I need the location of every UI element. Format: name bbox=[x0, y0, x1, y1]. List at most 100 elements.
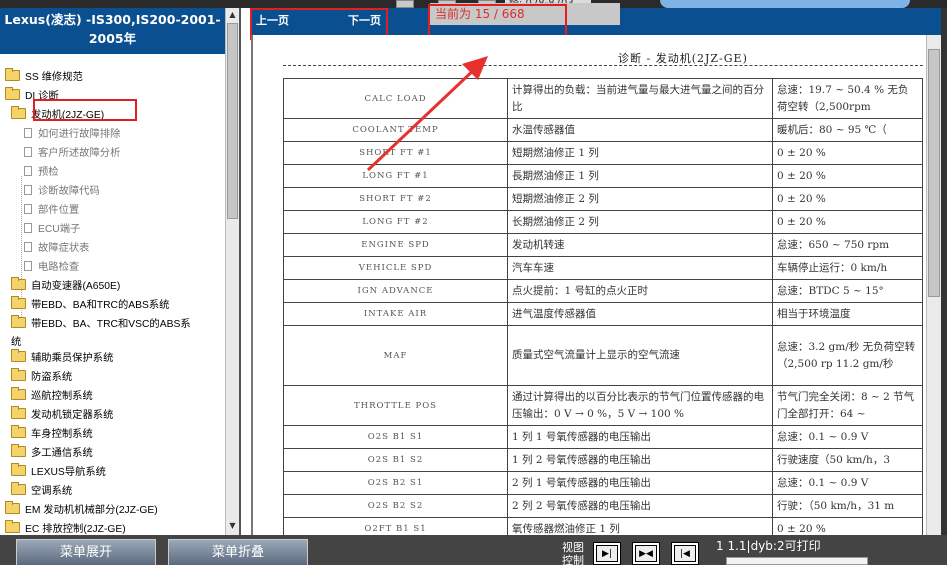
tree-item[interactable]: LEXUS导航系统 bbox=[11, 463, 106, 481]
document-scrollbar[interactable] bbox=[926, 35, 941, 535]
toolbar-icon[interactable] bbox=[396, 0, 414, 8]
table-cell-c2: 质量式空气流量计上显示的空气流速 bbox=[507, 325, 773, 386]
sidebar-title: Lexus(凌志) -IS300,IS200-2001-2005年 bbox=[0, 8, 225, 54]
folder-icon bbox=[11, 315, 26, 328]
menu-tree: SS 维修规范 DI 诊断 发动机(2JZ-GE) 如何进行故障排除 客户所述故障分析预… bbox=[0, 54, 225, 535]
table-cell-c3: 0 ± 20 % bbox=[772, 210, 923, 234]
table-cell-c3: 暖机后：80 ~ 95 ℃（ bbox=[772, 118, 923, 142]
document-icon bbox=[24, 204, 32, 214]
tree-item[interactable]: 部件位置 bbox=[24, 203, 79, 219]
table-cell-c3: 行驶：（50 km/h，31 m bbox=[772, 494, 923, 518]
table-cell-c2: 通过计算得出的以百分比表示的节气门位置传感器的电压输出：0 V → 0 %，5 … bbox=[507, 385, 773, 426]
table-row: INTAKE AIR 进气温度传感器值 相当于环境温度 bbox=[283, 302, 923, 326]
tree-item-label: 车身控制系统 bbox=[31, 429, 93, 440]
document-icon bbox=[24, 223, 32, 233]
tree-item[interactable]: 预检 bbox=[24, 165, 59, 181]
tree-item-label: 统 bbox=[11, 337, 22, 348]
highlight-box-engine-item bbox=[33, 99, 137, 121]
table-cell-c2: 长期燃油修正 2 列 bbox=[507, 210, 773, 234]
table-cell-c3: 节气门完全关闭：8 ~ 2 节气门全部打开：64 ~ bbox=[772, 385, 923, 426]
tree-item-label: 防盗系统 bbox=[31, 372, 73, 383]
table-cell-c1: INTAKE AIR bbox=[283, 302, 508, 326]
table-cell-c2: 短期燃油修正 1 列 bbox=[507, 141, 773, 165]
bottom-toolbar: 菜单展开 菜单折叠 视图控制 ▶| ▶◀ |◀ 1 1.1|dyb:2可打印 bbox=[0, 535, 947, 565]
view-prev-icon[interactable]: |◀ bbox=[671, 542, 699, 565]
table-row: IGN ADVANCE 点火提前：1 号缸的点火正时 怠速：BTDC 5 ~ 15° bbox=[283, 279, 923, 303]
table-cell-c3: 相当于环境温度 bbox=[772, 302, 923, 326]
collapse-menu-button[interactable]: 菜单折叠 bbox=[168, 539, 308, 565]
table-row: THROTTLE POS 通过计算得出的以百分比表示的节气门位置传感器的电压输出：… bbox=[283, 385, 923, 426]
header-divider bbox=[283, 65, 923, 66]
tree-item[interactable]: 防盗系统 bbox=[11, 368, 73, 386]
tree-item[interactable]: 巡航控制系统 bbox=[11, 387, 93, 405]
tree-item[interactable]: 如何进行故障排除 bbox=[24, 127, 120, 143]
folder-icon bbox=[5, 520, 20, 533]
tree-item[interactable]: 客户所述故障分析 bbox=[24, 146, 120, 162]
tree-item[interactable]: 自动变速器(A650E) bbox=[11, 277, 120, 295]
tree-item[interactable]: 多工通信系统 bbox=[11, 444, 93, 462]
folder-open-icon bbox=[11, 106, 26, 119]
tree-item[interactable]: 车身控制系统 bbox=[11, 425, 93, 443]
tree-item[interactable]: 带EBD、BA和TRC的ABS系统 bbox=[11, 296, 169, 314]
expand-menu-button[interactable]: 菜单展开 bbox=[16, 539, 156, 565]
table-row: CALC LOAD 计算得出的负载：当前进气量与最大进气量之间的百分比 怠速：19.… bbox=[283, 78, 923, 119]
tree-item-label: 空调系统 bbox=[31, 486, 73, 497]
tree-item-label: 诊断故障代码 bbox=[38, 186, 100, 197]
status-text: 1 1.1|dyb:2可打印 bbox=[716, 539, 821, 553]
tree-item[interactable]: SS 维修规范 bbox=[5, 68, 83, 86]
table-cell-c1: MAF bbox=[283, 325, 508, 386]
table-cell-c2: 長期燃油修正 1 列 bbox=[507, 164, 773, 188]
tree-item-label: 部件位置 bbox=[38, 205, 80, 216]
table-cell-c2: 1 列 2 号氧传感器的电压输出 bbox=[507, 448, 773, 472]
sidebar-scrollbar[interactable]: ▲ ▼ bbox=[225, 8, 239, 535]
folder-icon bbox=[11, 277, 26, 290]
table-cell-c3: 0 ± 20 % bbox=[772, 141, 923, 165]
tree-item[interactable]: 发动机锁定器系统 bbox=[11, 406, 113, 424]
table-cell-c2: 1 列 1 号氧传感器的电压输出 bbox=[507, 425, 773, 449]
table-cell-c1: O2S B1 S1 bbox=[283, 425, 508, 449]
document-icon bbox=[24, 185, 32, 195]
table-cell-c3: 怠速：3.2 gm/秒 无负荷空转（2,500 rp 11.2 gm/秒 bbox=[772, 325, 923, 386]
tree-item[interactable]: 电路检查 bbox=[24, 260, 79, 276]
table-cell-c2: 进气温度传感器值 bbox=[507, 302, 773, 326]
document-icon bbox=[24, 242, 32, 252]
table-row: MAF 质量式空气流量计上显示的空气流速 怠速：3.2 gm/秒 无负荷空转（2,5… bbox=[283, 325, 923, 386]
scroll-down-arrow-icon[interactable]: ▼ bbox=[227, 520, 238, 532]
tree-item-label: EC 排放控制(2JZ-GE) bbox=[25, 524, 126, 535]
table-cell-c1: COOLANT TEMP bbox=[283, 118, 508, 142]
table-cell-c3: 0 ± 20 % bbox=[772, 164, 923, 188]
folder-icon bbox=[11, 482, 26, 495]
table-cell-c3: 行驶速度（50 km/h，3 bbox=[772, 448, 923, 472]
tree-item[interactable]: 辅助乘员保护系统 bbox=[11, 349, 114, 367]
tree-item[interactable]: 空调系统 bbox=[11, 482, 73, 500]
table-row: O2S B1 S1 1 列 1 号氧传感器的电压输出 怠速：0.1 ~ 0.9 V bbox=[283, 425, 923, 449]
tree-item[interactable]: EM 发动机机械部分(2JZ-GE) bbox=[5, 501, 158, 519]
view-split-icon[interactable]: ▶◀ bbox=[632, 542, 660, 565]
tree-connector bbox=[21, 176, 22, 317]
view-next-icon[interactable]: ▶| bbox=[593, 542, 621, 565]
table-row: LONG FT #1 長期燃油修正 1 列0 ± 20 % bbox=[283, 164, 923, 188]
table-cell-c1: O2S B2 S1 bbox=[283, 471, 508, 495]
table-cell-c3: 怠速：BTDC 5 ~ 15° bbox=[772, 279, 923, 303]
tree-item[interactable]: EC 排放控制(2JZ-GE) bbox=[5, 520, 126, 535]
folder-icon bbox=[11, 387, 26, 400]
scroll-thumb[interactable] bbox=[227, 23, 238, 219]
tree-item-label: 辅助乘员保护系统 bbox=[31, 353, 114, 364]
tree-item[interactable]: 带EBD、BA、TRC和VSC的ABS系 bbox=[11, 315, 191, 333]
table-cell-c2: 发动机转速 bbox=[507, 233, 773, 257]
document-scroll-thumb[interactable] bbox=[928, 49, 940, 297]
tree-item[interactable]: 诊断故障代码 bbox=[24, 184, 100, 200]
table-cell-c3: 车辆停止运行：0 km/h bbox=[772, 256, 923, 280]
table-cell-c2: 短期燃油修正 2 列 bbox=[507, 187, 773, 211]
tree-item-label: 故障症状表 bbox=[38, 243, 90, 254]
scroll-up-arrow-icon[interactable]: ▲ bbox=[227, 9, 238, 21]
table-cell-c3: 0 ± 20 % bbox=[772, 517, 923, 535]
table-row: SHORT FT #2 短期燃油修正 2 列0 ± 20 % bbox=[283, 187, 923, 211]
tree-item-label: 客户所述故障分析 bbox=[38, 148, 121, 159]
folder-icon bbox=[11, 444, 26, 457]
document-icon bbox=[24, 166, 32, 176]
table-cell-c3: 怠速：0.1 ~ 0.9 V bbox=[772, 425, 923, 449]
table-cell-c1: O2S B2 S2 bbox=[283, 494, 508, 518]
tree-item[interactable]: 故障症状表 bbox=[24, 241, 89, 257]
tree-item[interactable]: ECU端子 bbox=[24, 222, 80, 238]
